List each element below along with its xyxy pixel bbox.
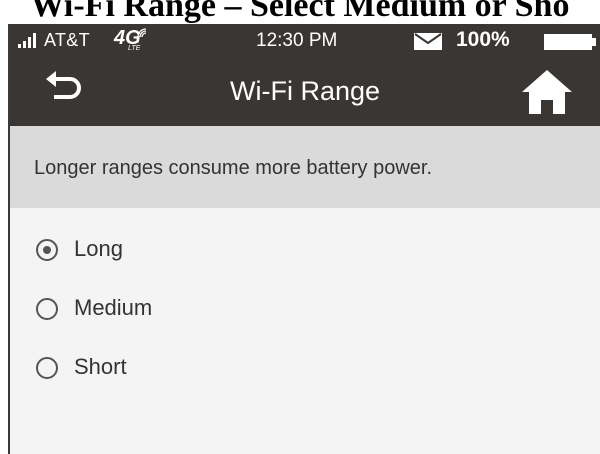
mail-icon <box>414 33 442 50</box>
range-option-short[interactable]: Short <box>36 350 336 390</box>
range-options: Long Medium Short <box>10 208 600 454</box>
radio-button-long[interactable] <box>36 239 58 261</box>
radio-button-medium[interactable] <box>36 298 58 320</box>
info-banner: Longer ranges consume more battery power… <box>10 126 600 208</box>
home-icon <box>522 70 572 114</box>
status-bar: AT&T 4G LTE 12:30 PM 100% <box>10 24 600 56</box>
option-label-long: Long <box>74 236 123 261</box>
network-subtype: LTE <box>128 45 141 52</box>
wifi-signal-icon <box>137 28 147 38</box>
battery-percent: 100% <box>456 28 510 51</box>
radio-button-short[interactable] <box>36 357 58 379</box>
device-screen: AT&T 4G LTE 12:30 PM 100% Wi-Fi Range Lo… <box>8 24 600 454</box>
option-label-short: Short <box>74 354 127 379</box>
status-time: 12:30 PM <box>256 30 338 51</box>
carrier-name: AT&T <box>44 30 90 50</box>
home-button[interactable] <box>520 68 574 116</box>
title-bar: Wi-Fi Range <box>10 56 600 126</box>
page-title: Wi-Fi Range <box>229 76 381 106</box>
info-message: Longer ranges consume more battery power… <box>34 157 432 179</box>
option-label-medium: Medium <box>74 295 153 320</box>
range-option-medium[interactable]: Medium <box>36 291 336 331</box>
range-option-long[interactable]: Long <box>36 232 336 272</box>
document-heading: Wi-Fi Range – Select Medium or Sho <box>30 0 570 24</box>
battery-icon <box>544 34 596 50</box>
page: Wi-Fi Range – Select Medium or Sho AT&T … <box>0 0 600 454</box>
network-type-badge: 4G LTE <box>114 27 148 53</box>
signal-strength-icon <box>18 33 36 48</box>
